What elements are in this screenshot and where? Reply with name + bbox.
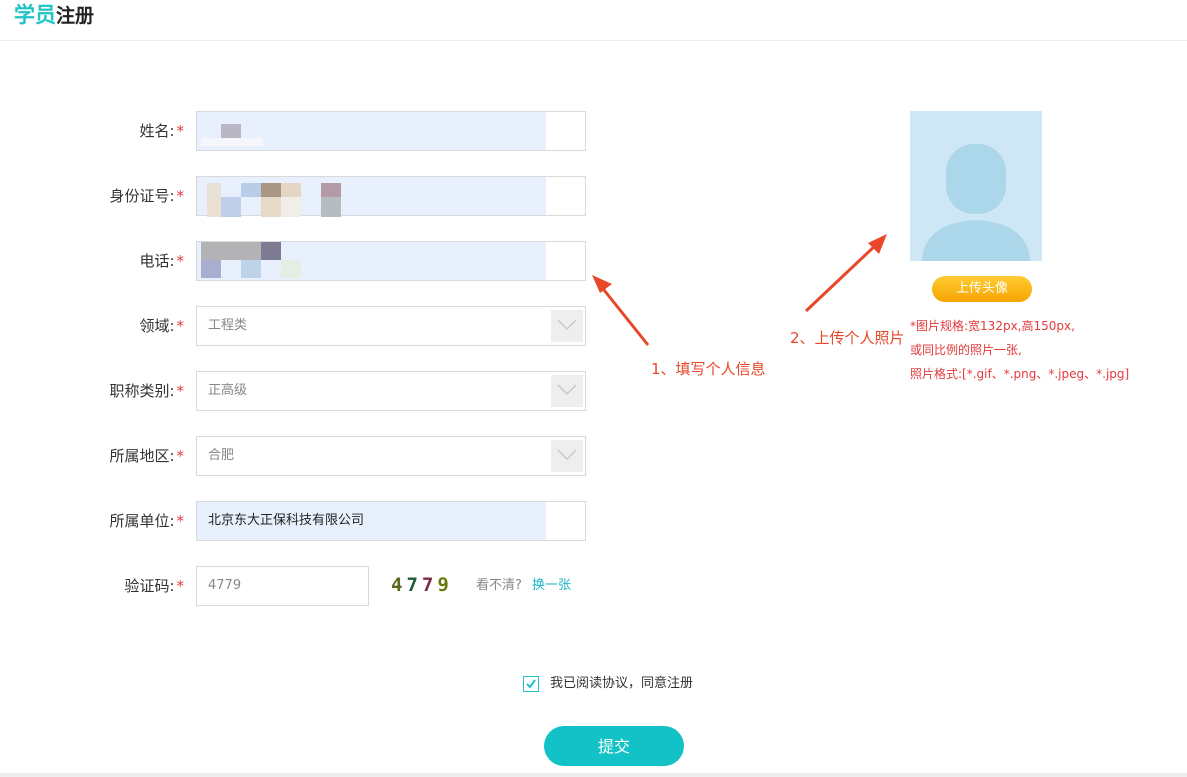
avatar-spec-line2: 或同比例的照片一张, (910, 343, 1022, 357)
upload-avatar-button[interactable]: 上传头像 (932, 276, 1032, 302)
submit-button[interactable]: 提交 (544, 726, 684, 766)
annotation-step1: 1、填写个人信息 (651, 360, 766, 378)
avatar-spec-line3: 照片格式:[*.gif、*.png、*.jpeg、*.jpg] (910, 367, 1130, 381)
agreement-checkbox[interactable] (523, 676, 539, 692)
bottom-divider (0, 773, 1187, 777)
user-silhouette-icon (922, 144, 1030, 261)
check-icon (526, 679, 536, 689)
agreement-label: 我已阅读协议，同意注册 (550, 676, 694, 691)
annotation-step2: 2、上传个人照片 (790, 329, 905, 347)
avatar-spec-line1: *图片规格:宽132px,高150px, (910, 319, 1075, 333)
avatar-preview[interactable] (910, 111, 1042, 261)
